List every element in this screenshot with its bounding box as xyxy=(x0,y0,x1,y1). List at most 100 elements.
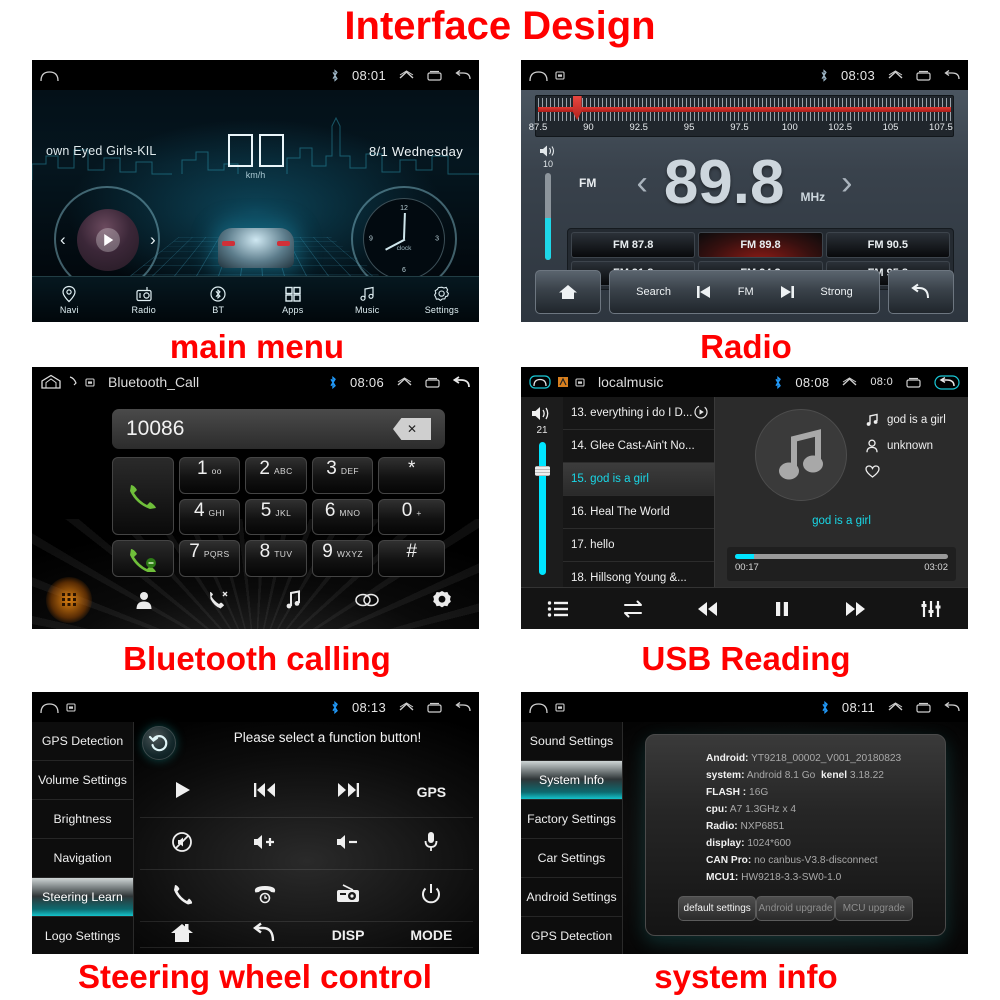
progress-bar[interactable] xyxy=(735,554,948,559)
tab-call-history[interactable] xyxy=(181,590,256,610)
taskbar-item-navi[interactable]: Navi xyxy=(32,285,107,315)
slider-knob[interactable] xyxy=(534,465,550,476)
settings-sidebar[interactable]: GPS Detection Volume Settings Brightness Na… xyxy=(32,722,134,954)
back-icon[interactable] xyxy=(944,701,960,713)
function-button-volume-up[interactable] xyxy=(223,818,307,870)
dial-key-6[interactable]: 6 MNO xyxy=(311,498,374,536)
dial-key-5[interactable]: 5 JKL xyxy=(245,498,307,536)
taskbar-item-apps[interactable]: Apps xyxy=(256,285,331,315)
function-button-mute[interactable] xyxy=(140,818,224,870)
skip-next-icon[interactable] xyxy=(819,600,894,618)
button-default-settings[interactable]: default settings xyxy=(678,896,757,921)
sidebar-item-steering-learn[interactable]: Steering Learn xyxy=(32,878,133,917)
chevron-left-icon[interactable]: ‹ xyxy=(637,164,648,203)
meta-favorite-row[interactable] xyxy=(865,465,946,478)
sidebar-item-android-settings[interactable]: Android Settings xyxy=(521,878,622,917)
chevron-right-icon[interactable]: › xyxy=(841,164,852,203)
backspace-icon[interactable]: ✕ xyxy=(393,418,431,440)
chevron-up-icon[interactable] xyxy=(399,702,414,712)
function-button-back-arrow[interactable] xyxy=(223,922,307,948)
recents-icon[interactable] xyxy=(906,377,921,388)
taskbar-item-settings[interactable]: Settings xyxy=(405,285,480,315)
skip-next-icon[interactable] xyxy=(778,285,796,299)
playlist-item[interactable]: 18. Hillsong Young &... xyxy=(563,562,714,587)
tab-dialpad[interactable] xyxy=(32,577,107,623)
chevron-up-icon[interactable] xyxy=(888,702,903,712)
strong-button[interactable]: Strong xyxy=(820,286,852,298)
heart-icon[interactable] xyxy=(865,465,880,478)
window-icon[interactable] xyxy=(555,70,565,80)
playlist-item[interactable]: 14. Glee Cast-Ain't No... xyxy=(563,430,714,463)
band-button[interactable]: FM xyxy=(738,286,754,298)
dial-key-1[interactable]: 1 oo xyxy=(178,457,241,494)
chevron-up-icon[interactable] xyxy=(399,70,414,80)
preset-button[interactable]: FM 90.5 xyxy=(825,232,950,258)
chevron-up-icon[interactable] xyxy=(397,377,412,387)
tab-music[interactable] xyxy=(256,590,331,610)
tab-settings[interactable] xyxy=(405,590,480,610)
home-icon[interactable] xyxy=(40,374,62,390)
playlist[interactable]: 13. everything i do I D... 14. Glee Cast-… xyxy=(563,397,715,587)
playlist-item[interactable]: 13. everything i do I D... xyxy=(563,397,714,430)
window-icon[interactable] xyxy=(66,702,76,712)
back-icon[interactable] xyxy=(934,374,960,390)
function-button-radio[interactable] xyxy=(306,870,390,922)
sidebar-item-navigation[interactable]: Navigation xyxy=(32,839,133,878)
sidebar-item-system-info[interactable]: System Info xyxy=(521,761,622,800)
recents-icon[interactable] xyxy=(916,70,931,81)
function-button-play[interactable] xyxy=(140,766,224,818)
dial-key-*[interactable]: * xyxy=(378,457,445,494)
taskbar-item-music[interactable]: Music xyxy=(330,285,405,315)
back-icon[interactable] xyxy=(453,375,471,389)
list-icon[interactable] xyxy=(521,600,596,618)
skip-previous-icon[interactable] xyxy=(695,285,713,299)
recents-icon[interactable] xyxy=(425,377,440,388)
preset-button[interactable]: FM 89.8 xyxy=(698,232,823,258)
album-art[interactable] xyxy=(77,209,139,271)
repeat-icon[interactable] xyxy=(596,600,671,618)
tab-link[interactable] xyxy=(330,592,405,608)
back-icon[interactable] xyxy=(455,701,471,713)
home-icon[interactable] xyxy=(40,69,59,82)
dial-key-8[interactable]: 8 TUV xyxy=(245,540,307,577)
equalizer-icon[interactable] xyxy=(894,600,969,618)
home-button[interactable] xyxy=(535,270,601,314)
dial-key-9[interactable]: 9 WXYZ xyxy=(311,540,374,577)
volume-slider[interactable] xyxy=(534,442,550,575)
back-button[interactable] xyxy=(888,270,954,314)
button-mcu-upgrade[interactable]: MCU upgrade xyxy=(834,896,913,921)
back-icon[interactable] xyxy=(944,69,960,81)
back-icon[interactable] xyxy=(455,69,471,81)
sidebar-item-brightness[interactable]: Brightness xyxy=(32,800,133,839)
recents-icon[interactable] xyxy=(427,702,442,713)
call-button[interactable] xyxy=(112,457,174,536)
preset-button[interactable]: FM 87.8 xyxy=(571,232,696,258)
recents-icon[interactable] xyxy=(427,70,442,81)
tab-contacts[interactable] xyxy=(107,590,182,610)
prev-track-arrow[interactable]: ‹ xyxy=(60,230,66,250)
home-icon[interactable] xyxy=(529,701,548,714)
dial-key-#[interactable]: # xyxy=(378,540,445,577)
chevron-up-icon[interactable] xyxy=(842,377,857,387)
dialed-number-field[interactable]: 10086 ✕ xyxy=(112,409,445,449)
pause-icon[interactable] xyxy=(745,600,820,618)
dial-key-4[interactable]: 4 GHI xyxy=(178,498,241,536)
sidebar-item-factory-settings[interactable]: Factory Settings xyxy=(521,800,622,839)
search-button[interactable]: Search xyxy=(636,286,671,298)
function-button-disp[interactable]: DISP xyxy=(306,922,390,948)
volume-control[interactable]: 21 xyxy=(521,397,563,587)
function-button-phone[interactable] xyxy=(140,870,224,922)
home-icon[interactable] xyxy=(529,69,548,82)
function-button-volume-down[interactable] xyxy=(306,818,390,870)
sidebar-item-car-settings[interactable]: Car Settings xyxy=(521,839,622,878)
function-button-skip-next[interactable] xyxy=(306,766,390,818)
chevron-up-icon[interactable] xyxy=(888,70,903,80)
playlist-item[interactable]: 15. god is a girl xyxy=(563,463,714,496)
play-circle-icon[interactable] xyxy=(694,404,708,422)
dial-key-3[interactable]: 3 DEF xyxy=(311,457,374,494)
play-icon[interactable] xyxy=(104,234,114,246)
function-button-skip-previous[interactable] xyxy=(223,766,307,818)
dial-key-2[interactable]: 2 ABC xyxy=(245,457,307,494)
function-button-mode[interactable]: MODE xyxy=(389,922,473,948)
playlist-item[interactable]: 16. Heal The World xyxy=(563,496,714,529)
